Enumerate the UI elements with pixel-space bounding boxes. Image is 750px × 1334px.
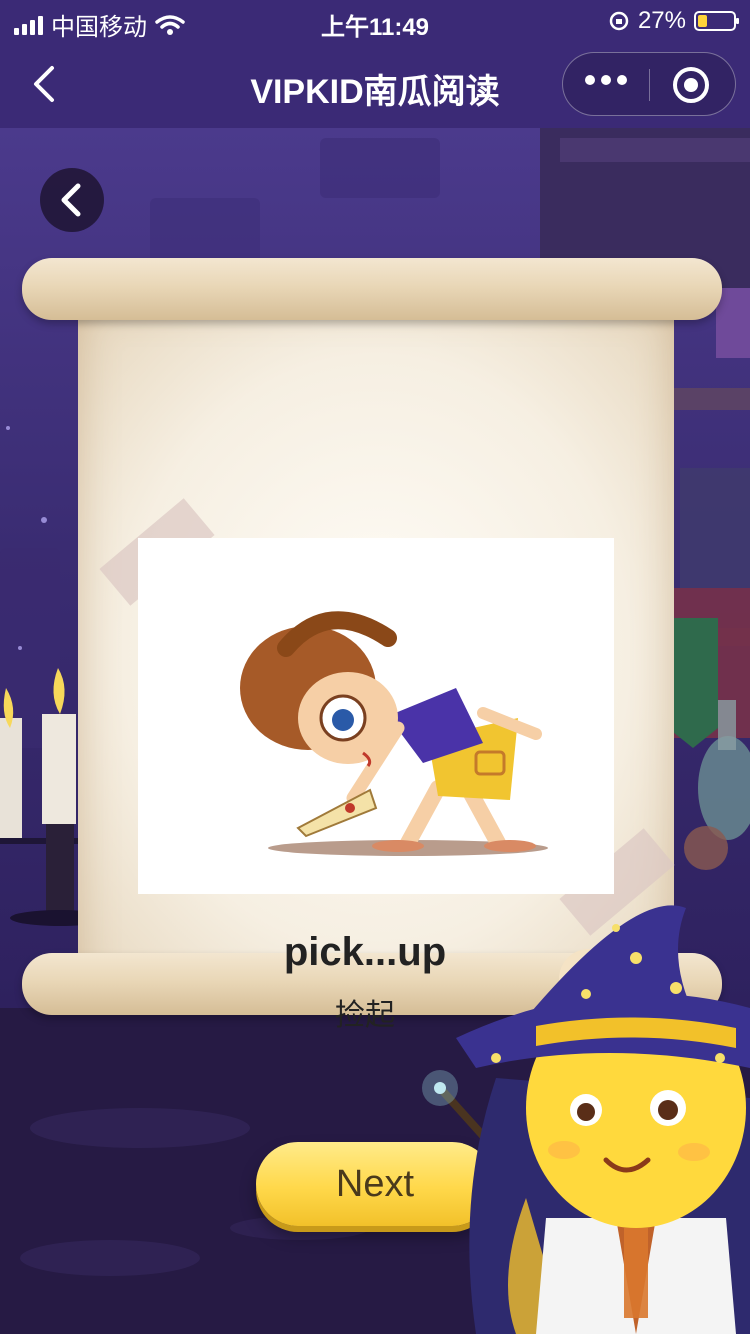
battery-icon: [694, 11, 739, 31]
scroll-top-roll: [22, 258, 722, 320]
status-bar: 中国移动 上午11:49 27%: [0, 0, 750, 41]
capsule-divider: [649, 69, 650, 101]
battery-fill: [698, 15, 708, 27]
battery-percent: 27%: [637, 7, 686, 34]
orientation-lock-icon: [609, 11, 629, 31]
scene: pick...up 捡起 Next: [0, 128, 750, 1334]
scene-back-button[interactable]: [40, 168, 104, 232]
wizard-mascot: [456, 905, 750, 1334]
mini-program-capsule: [562, 52, 736, 116]
status-right: 27%: [608, 7, 739, 35]
nav-bar: VIPKID南瓜阅读: [0, 40, 750, 128]
word-illustration: [138, 538, 614, 894]
target-icon[interactable]: [673, 67, 709, 103]
back-icon: [61, 183, 81, 217]
more-icon[interactable]: [585, 75, 627, 85]
